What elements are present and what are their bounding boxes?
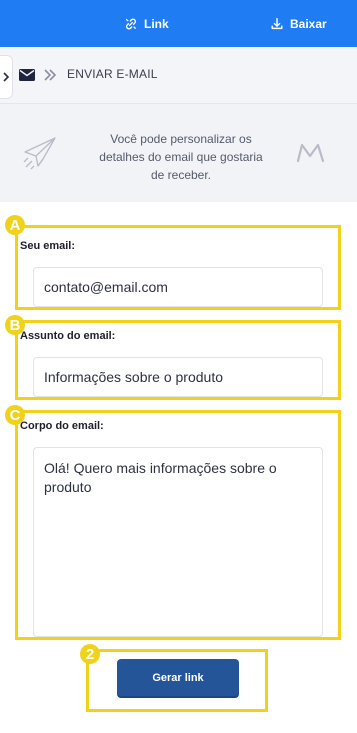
badge-2: 2	[80, 644, 100, 664]
download-button-label: Baixar	[290, 16, 327, 31]
link-button[interactable]: Link	[124, 0, 169, 47]
highlight-box-b	[15, 320, 341, 400]
breadcrumb-current: ENVIAR E-MAIL	[67, 67, 158, 81]
brand-m-icon	[296, 143, 325, 163]
highlight-box-2	[86, 649, 268, 712]
breadcrumb: ENVIAR E-MAIL	[0, 47, 357, 104]
link-button-label: Link	[144, 16, 169, 31]
envelope-icon	[19, 69, 35, 81]
paper-plane-icon	[23, 137, 56, 170]
double-chevron-icon	[44, 69, 57, 81]
highlight-box-a	[15, 225, 341, 310]
sidebar-toggle-button[interactable]	[0, 55, 13, 99]
download-icon	[271, 17, 283, 29]
badge-b: B	[5, 315, 25, 335]
chevron-right-icon	[3, 72, 10, 82]
banner-text: Você pode personalizar os detalhes do em…	[99, 132, 263, 182]
highlight-box-c	[15, 410, 341, 640]
link-icon	[125, 18, 136, 29]
top-bar: Link Baixar	[0, 0, 357, 47]
badge-c: C	[5, 405, 25, 425]
download-button[interactable]: Baixar	[270, 0, 327, 47]
info-banner: Você pode personalizar os detalhes do em…	[0, 104, 357, 202]
badge-a: A	[5, 215, 25, 235]
